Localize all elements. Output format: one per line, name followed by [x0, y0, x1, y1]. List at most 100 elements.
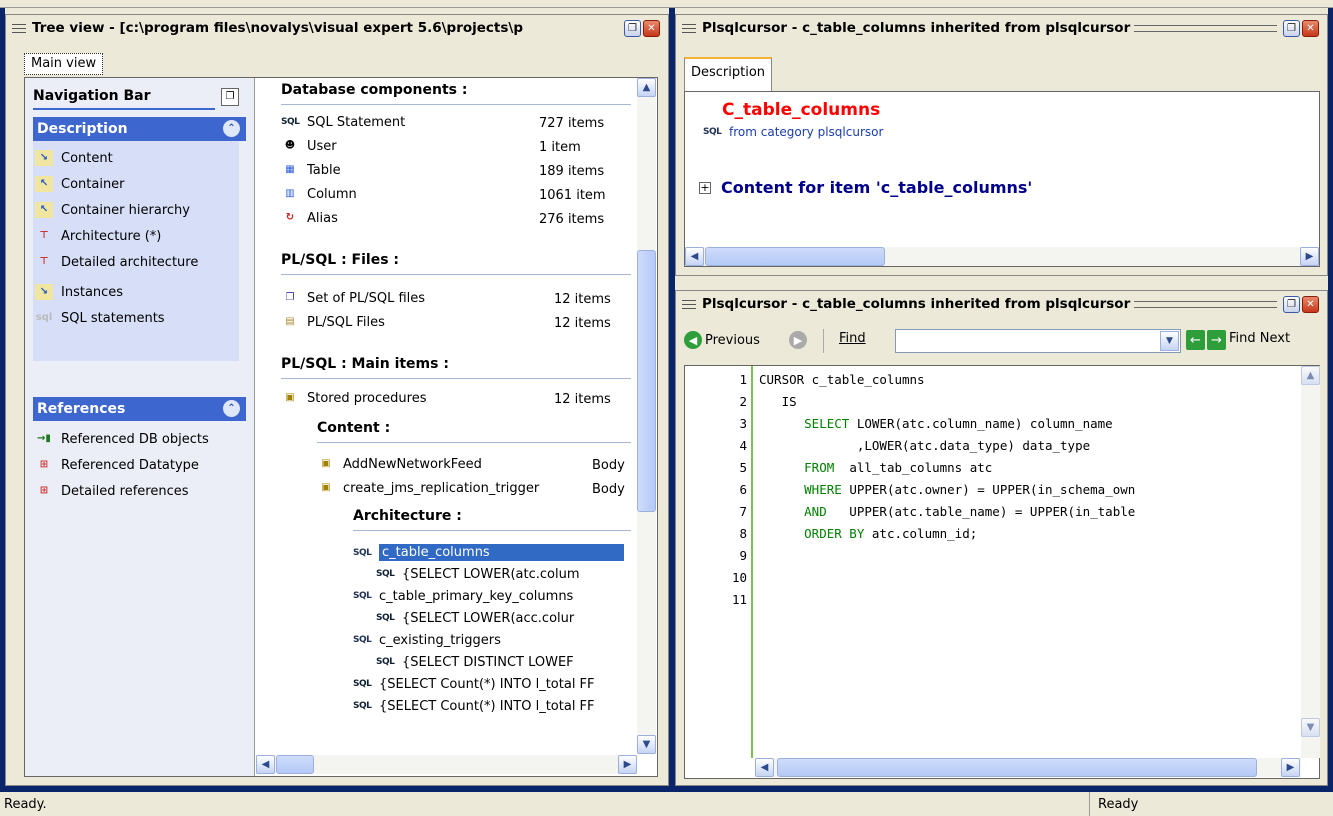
nav-item-detailed-references[interactable]: ⊞ Detailed references	[35, 483, 189, 499]
scroll-up-icon[interactable]: ▲	[637, 78, 656, 97]
nav-item-referenced-datatype[interactable]: ⊞ Referenced Datatype	[35, 457, 199, 473]
list-item[interactable]: SQL {SELECT Count(*) INTO l_total FF	[353, 698, 595, 714]
item-label: User	[307, 138, 337, 154]
close-button[interactable]: ✕	[643, 19, 660, 37]
close-button[interactable]: ✕	[1302, 19, 1319, 37]
category-label: from category plsqlcursor	[729, 125, 884, 139]
list-item-selected[interactable]: SQL c_table_columns	[353, 544, 624, 561]
sql-icon: SQL	[281, 117, 300, 127]
container-icon: ↖	[35, 176, 53, 192]
nav-item-label: Content	[61, 150, 113, 166]
list-item[interactable]: SQL c_table_primary_key_columns	[353, 588, 573, 604]
chevron-down-icon[interactable]: ▼	[1160, 331, 1179, 351]
collapse-icon[interactable]: ⌃	[223, 400, 240, 417]
tree-vertical-scrollbar[interactable]: ▲ ▼	[637, 78, 656, 754]
item-count: 12 items	[554, 316, 611, 331]
nav-item-content[interactable]: ↘ Content	[35, 150, 113, 166]
tree-horizontal-scrollbar[interactable]: ◀ ▶	[256, 755, 637, 774]
item-count: 727 items	[539, 116, 605, 131]
list-item[interactable]: ↻ Alias	[281, 210, 338, 226]
alias-icon: ↻	[285, 212, 295, 223]
previous-button[interactable]: ◀ Previous	[684, 331, 760, 349]
maximize-button[interactable]: ❐	[1283, 295, 1300, 313]
scroll-thumb[interactable]	[705, 247, 885, 266]
next-icon[interactable]: ▶	[789, 331, 807, 349]
list-item[interactable]: SQL {SELECT LOWER(atc.colum	[376, 566, 580, 582]
close-button[interactable]: ✕	[1302, 295, 1319, 313]
find-previous-icon[interactable]: ←	[1186, 330, 1205, 350]
tab-description[interactable]: Description	[684, 57, 773, 93]
scroll-left-icon[interactable]: ◀	[256, 755, 275, 774]
list-item[interactable]: ☻ User	[281, 138, 337, 154]
code-text: LOWER(atc.column_name) column_name	[849, 416, 1113, 431]
nav-item-detailed-architecture[interactable]: ⊤ Detailed architecture	[35, 254, 198, 270]
line-number: 8	[739, 526, 747, 541]
source-pane-title: Plsqlcursor - c_table_columns inherited …	[702, 296, 1131, 312]
nav-item-architecture[interactable]: ⊤ Architecture (*)	[35, 228, 161, 244]
restore-icon[interactable]: ❐	[221, 88, 239, 106]
scroll-right-icon[interactable]: ▶	[1281, 758, 1300, 777]
item-label: PL/SQL Files	[307, 314, 385, 330]
references-header[interactable]: References ⌃	[33, 397, 246, 421]
list-item[interactable]: ▦ Table	[281, 162, 340, 178]
scroll-right-icon[interactable]: ▶	[618, 755, 637, 774]
scroll-left-icon[interactable]: ◀	[755, 758, 774, 777]
nav-item-sql-statements[interactable]: sql SQL statements	[35, 310, 165, 326]
item-label: {SELECT Count(*) INTO l_total FF	[379, 698, 595, 714]
scroll-thumb[interactable]	[637, 250, 656, 512]
code-area[interactable]: CURSOR c_table_columns IS SELECT LOWER(a…	[755, 366, 1301, 758]
list-item[interactable]: SQL {SELECT DISTINCT LOWEF	[376, 654, 574, 670]
scroll-left-icon[interactable]: ◀	[685, 247, 704, 266]
item-name: C_table_columns	[722, 100, 881, 120]
description-horizontal-scrollbar[interactable]: ◀ ▶	[685, 247, 1319, 266]
tab-main-view[interactable]: Main view	[24, 53, 104, 75]
description-titlebar[interactable]: Plsqlcursor - c_table_columns inherited …	[676, 15, 1327, 41]
scroll-thumb[interactable]	[276, 755, 314, 774]
list-item[interactable]: SQL {SELECT Count(*) INTO l_total FF	[353, 676, 595, 692]
scroll-down-icon[interactable]: ▼	[637, 735, 656, 754]
list-item[interactable]: ❐ Set of PL/SQL files	[281, 290, 426, 306]
description-header[interactable]: Description ⌃	[33, 117, 246, 141]
list-item[interactable]: ▣ Stored procedures	[281, 390, 426, 406]
cursor-icon: SQL	[353, 547, 372, 558]
sql-icon: SQL	[353, 701, 372, 711]
nav-item-container[interactable]: ↖ Container	[35, 176, 125, 192]
detailed-architecture-icon: ⊤	[39, 256, 49, 267]
maximize-button[interactable]: ❐	[1283, 19, 1300, 37]
list-item[interactable]: ▥ Column	[281, 186, 357, 202]
collapse-icon[interactable]: ⌃	[223, 120, 240, 137]
description-content: C_table_columns SQL from category plsqlcu…	[684, 91, 1320, 267]
source-titlebar[interactable]: Plsqlcursor - c_table_columns inherited …	[676, 291, 1327, 317]
code-text: atc.column_id;	[864, 526, 978, 541]
nav-item-container-hierarchy[interactable]: ↖ Container hierarchy	[35, 202, 190, 218]
scroll-up-icon[interactable]: ▲	[1301, 366, 1320, 385]
scroll-down-icon[interactable]: ▼	[1301, 718, 1320, 737]
nav-item-instances[interactable]: ↘ Instances	[35, 284, 123, 300]
find-next-button[interactable]: Find Next	[1229, 331, 1290, 346]
code-vertical-scrollbar[interactable]: ▲ ▼	[1301, 366, 1320, 758]
maximize-button[interactable]: ❐	[624, 19, 641, 37]
toolbar-separator	[823, 329, 824, 353]
content-heading-row[interactable]: + Content for item 'c_table_columns'	[699, 178, 1032, 197]
procedure-icon: ▣	[321, 482, 331, 493]
code-editor[interactable]: 1 2 3 4 5 6 7 8 9 10 11 CURSOR c_table_columns IS …	[684, 365, 1320, 779]
list-item[interactable]: ▤ PL/SQL Files	[281, 314, 385, 330]
tree-view-titlebar[interactable]: Tree view - [c:\program files\novalys\vi…	[6, 15, 668, 41]
list-item[interactable]: ▣ create_jms_replication_trigger	[317, 480, 539, 496]
scroll-thumb[interactable]	[777, 758, 1257, 777]
expand-icon[interactable]: +	[699, 181, 711, 194]
find-input[interactable]: ▼	[895, 329, 1181, 353]
list-item[interactable]: SQL SQL Statement	[281, 114, 405, 130]
item-label: Column	[307, 186, 357, 202]
list-item[interactable]: ▣ AddNewNetworkFeed	[317, 456, 482, 472]
nav-item-referenced-db-objects[interactable]: →▮ Referenced DB objects	[35, 431, 209, 447]
code-horizontal-scrollbar[interactable]: ◀ ▶	[755, 758, 1301, 777]
item-type: Body	[592, 458, 625, 473]
list-item[interactable]: SQL {SELECT LOWER(acc.colur	[376, 610, 574, 626]
find-next-icon[interactable]: →	[1207, 330, 1226, 350]
line-number: 10	[731, 570, 747, 585]
previous-label: Previous	[705, 332, 760, 348]
scroll-right-icon[interactable]: ▶	[1300, 247, 1319, 266]
list-item[interactable]: SQL c_existing_triggers	[353, 632, 501, 648]
